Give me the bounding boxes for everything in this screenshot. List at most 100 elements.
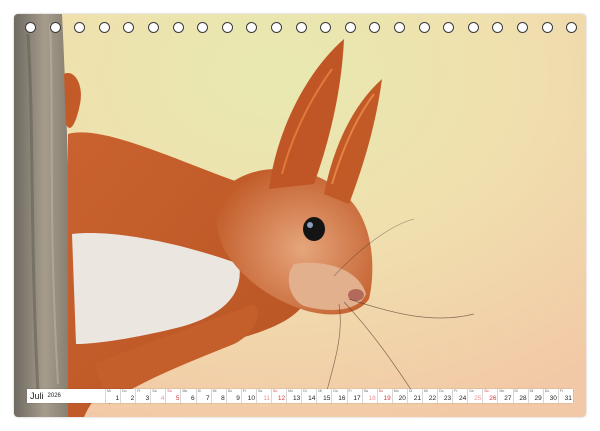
day-number: 14	[308, 395, 316, 402]
calendar-day: So 19	[376, 389, 392, 403]
binding-ring	[98, 22, 110, 33]
squirrel-photo	[14, 14, 586, 417]
day-weekday: So	[167, 389, 172, 393]
calendar-day: So 5	[165, 389, 180, 403]
calendar-day: Sa 18	[361, 389, 377, 403]
binding-ring	[295, 22, 307, 33]
day-number: 15	[323, 395, 331, 402]
calendar-day: Fr 3	[135, 389, 150, 403]
day-weekday: Di	[197, 389, 201, 393]
binding-ring	[566, 22, 578, 33]
calendar-page: Juli 2026 Mi 1 Do 2 Fr 3 Sa 4 So 5 Mo 6 Di 7 Mi 8 Do 9 Fr 1…	[0, 0, 600, 431]
day-number: 25	[474, 395, 482, 402]
day-weekday: Fr	[242, 389, 247, 393]
calendar-day: Mi 8	[210, 389, 226, 403]
day-weekday: Mi	[529, 389, 534, 393]
day-weekday: Fr	[348, 389, 352, 393]
day-weekday: Mi	[212, 389, 217, 393]
day-weekday: Fr	[454, 389, 458, 393]
calendar-day: Mo 27	[497, 389, 512, 403]
day-weekday: Sa	[152, 389, 157, 393]
binding-ring	[394, 22, 405, 33]
binding-ring	[369, 22, 381, 33]
day-list: Mi 1 Do 2 Fr 3 Sa 4 So 5 Mo 6 Di 7 Mi 8 Do 9 Fr 10 Sa 11 So 12 M…	[105, 389, 573, 403]
day-weekday: Do	[227, 389, 233, 393]
day-number: 18	[368, 395, 376, 402]
calendar-day: Mi 1	[105, 389, 120, 403]
day-weekday: Mi	[318, 389, 323, 393]
day-weekday: So	[378, 389, 383, 393]
day-weekday: Do	[122, 389, 127, 393]
calendar-day: Fr 10	[240, 389, 256, 403]
day-number: 6	[190, 395, 195, 402]
binding-ring	[492, 22, 504, 33]
day-weekday: So	[484, 389, 489, 393]
calendar-day: Sa 25	[467, 389, 482, 403]
day-weekday: Fr	[559, 389, 564, 393]
day-number: 20	[398, 395, 406, 402]
day-number: 3	[145, 395, 150, 402]
binding-ring	[221, 22, 233, 33]
month-label: Juli 2026	[27, 389, 105, 403]
day-number: 4	[160, 395, 165, 402]
binding-ring	[418, 22, 430, 33]
day-weekday: So	[273, 389, 278, 393]
binding-ring	[148, 22, 159, 33]
calendar-day: Do 16	[331, 389, 346, 403]
day-number: 27	[504, 395, 512, 402]
day-number: 1	[115, 395, 120, 402]
day-number: 9	[236, 395, 240, 402]
calendar-day: Do 30	[542, 389, 558, 403]
day-number: 11	[263, 395, 271, 402]
day-weekday: Mo	[499, 389, 505, 393]
month-year: 2026	[47, 393, 61, 399]
binding-ring	[344, 22, 356, 33]
calendar-day: Mi 15	[316, 389, 331, 403]
day-weekday: Di	[514, 389, 518, 393]
binding-ring	[197, 22, 209, 33]
day-number: 5	[175, 395, 180, 402]
calendar-day: Do 23	[437, 389, 452, 403]
day-weekday: Sa	[469, 389, 474, 393]
day-number: 30	[549, 395, 557, 402]
calendar-day: Mi 29	[527, 389, 543, 403]
calendar-day: Mo 13	[286, 389, 301, 403]
binding-ring	[246, 22, 258, 33]
day-number: 23	[443, 395, 452, 402]
day-weekday: Di	[303, 389, 307, 393]
day-weekday: Do	[544, 389, 550, 393]
binding-ring	[517, 22, 528, 33]
day-weekday: Mo	[393, 389, 399, 393]
day-number: 12	[277, 395, 286, 402]
day-weekday: Sa	[257, 389, 263, 393]
calendar-day: Sa 11	[255, 389, 271, 403]
binding-ring	[172, 22, 184, 33]
binding-ring	[271, 22, 282, 33]
binding-ring	[541, 22, 553, 33]
binding-ring	[443, 22, 455, 33]
day-number: 19	[383, 395, 391, 402]
day-weekday: Sa	[363, 389, 368, 393]
day-weekday: Mi	[107, 389, 111, 393]
day-number: 8	[221, 395, 225, 402]
day-weekday: Fr	[137, 389, 141, 393]
binding-ring	[25, 22, 36, 33]
day-weekday: Di	[408, 389, 413, 393]
day-number: 17	[353, 395, 361, 402]
calendar-day: Fr 17	[346, 389, 362, 403]
day-weekday: Do	[439, 389, 444, 393]
binding-ring	[467, 22, 479, 33]
day-number: 29	[534, 395, 542, 402]
day-weekday: Do	[333, 389, 338, 393]
calendar-day: Sa 4	[150, 389, 165, 403]
day-number: 31	[564, 395, 572, 402]
day-weekday: Mo	[182, 389, 188, 393]
calendar-day: Fr 24	[452, 389, 467, 403]
day-weekday: Mi	[423, 389, 428, 393]
calendar-day: Mi 22	[421, 389, 437, 403]
spiral-binding	[0, 22, 600, 38]
day-number: 16	[338, 395, 346, 402]
calendar-day: Di 21	[406, 389, 422, 403]
day-number: 7	[206, 395, 210, 402]
calendar-day: Di 14	[301, 389, 316, 403]
